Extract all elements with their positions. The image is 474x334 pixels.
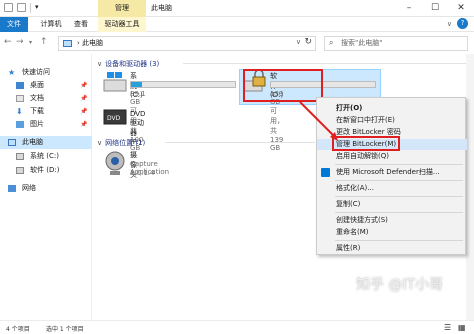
item-count: 4 个项目: [6, 326, 30, 333]
details-view-icon[interactable]: ☰: [444, 323, 451, 332]
large-icons-view-icon[interactable]: ▦: [458, 323, 466, 332]
watermark: 知乎 @IT小哥: [356, 277, 444, 293]
status-bar: 4 个项目 选中 1 个项目 ☰ ▦: [0, 320, 474, 334]
selection-count: 选中 1 个项目: [46, 326, 84, 333]
